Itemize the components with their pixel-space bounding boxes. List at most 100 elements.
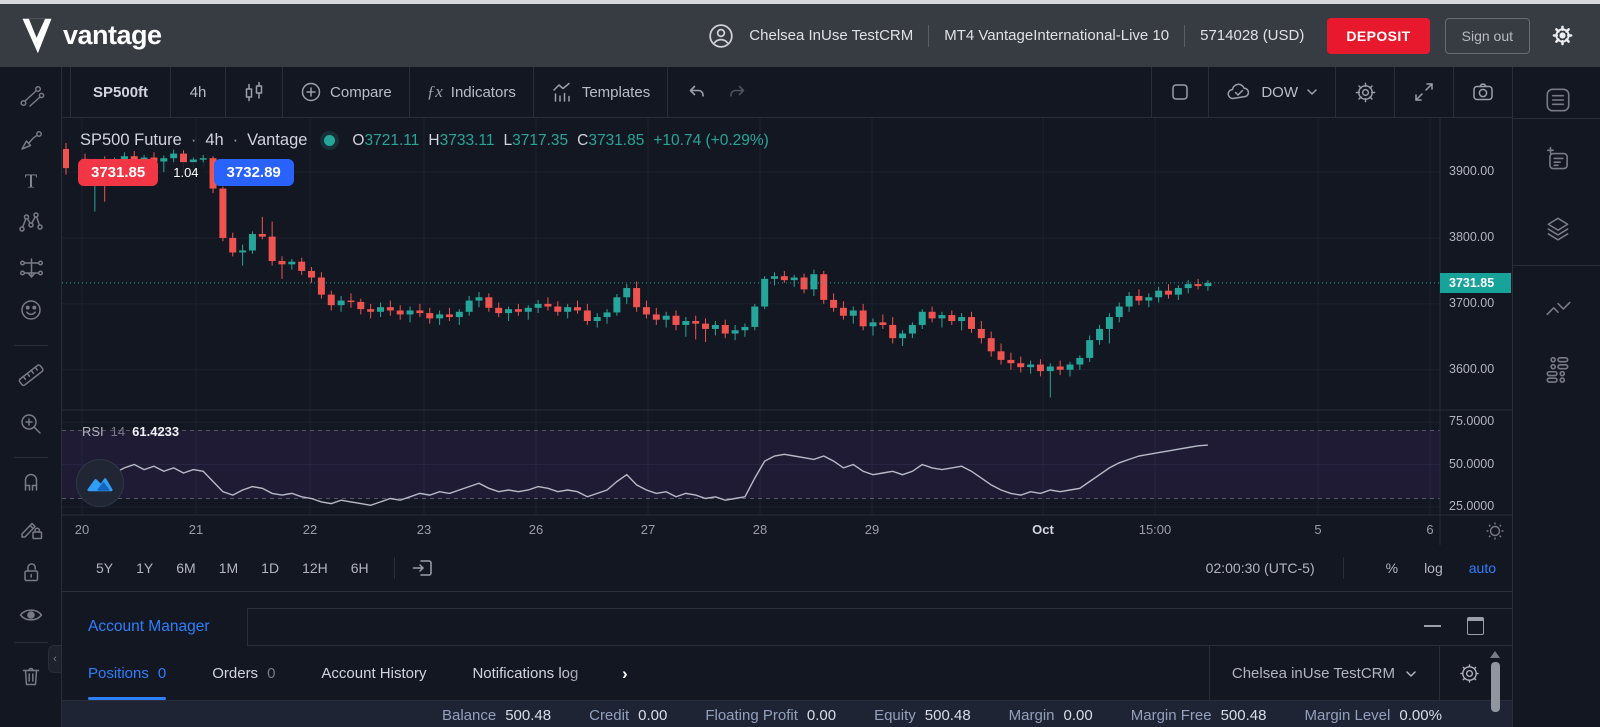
- bottom-bar-divider: [394, 557, 395, 579]
- remove-drawings-trash-tool[interactable]: [15, 660, 47, 692]
- price-axis[interactable]: 3900.003800.003700.003600.0075.000050.00…: [1440, 118, 1512, 515]
- range-12h-button[interactable]: 12H: [302, 560, 328, 576]
- sell-bid-button[interactable]: 3731.85: [78, 159, 158, 186]
- hide-drawings-eye-tool[interactable]: [15, 599, 47, 631]
- header-settings-gear-icon[interactable]: [1551, 24, 1574, 47]
- tabs-scroll-right-chevron[interactable]: ›: [622, 664, 628, 684]
- drawing-lock-tool[interactable]: [15, 512, 47, 544]
- symbol-button[interactable]: SP500ft: [70, 67, 171, 117]
- tab-orders[interactable]: Orders0: [212, 646, 275, 700]
- order-panel-icon[interactable]: [1541, 143, 1575, 177]
- candlestick-icon: [243, 81, 265, 103]
- deposit-button[interactable]: DEPOSIT: [1327, 18, 1429, 54]
- clock-label[interactable]: 02:00:30 (UTC-5): [1206, 560, 1315, 576]
- chart-settings-button[interactable]: [1335, 67, 1394, 117]
- brush-tool[interactable]: [15, 124, 47, 156]
- fullscreen-button[interactable]: [1394, 67, 1453, 117]
- chevron-down-icon: [1306, 86, 1318, 98]
- legend-interval[interactable]: 4h: [205, 131, 223, 150]
- brand-logo[interactable]: vantage: [20, 17, 162, 55]
- legend-symbol-title[interactable]: SP500 Future: [80, 131, 182, 150]
- time-axis[interactable]: 2021222326272829Oct15:0056: [62, 515, 1512, 545]
- account-selector-dropdown[interactable]: Chelsea inUse TestCRM: [1209, 646, 1439, 701]
- time-tick-label: 29: [865, 522, 879, 537]
- layout-name-label: DOW: [1261, 84, 1298, 101]
- right-sidebar: [1512, 67, 1600, 727]
- log-scale-button[interactable]: log: [1424, 560, 1443, 576]
- minimize-panel-button[interactable]: [1424, 625, 1441, 627]
- range-5y-button[interactable]: 5Y: [96, 560, 113, 576]
- lock-all-tool[interactable]: [15, 556, 47, 588]
- emoji-tool[interactable]: [15, 294, 47, 326]
- signout-button[interactable]: Sign out: [1445, 18, 1530, 54]
- save-cloud-button[interactable]: DOW: [1208, 67, 1335, 117]
- scrollbar-thumb[interactable]: [1491, 662, 1500, 712]
- snapshot-camera-button[interactable]: [1453, 67, 1512, 117]
- percent-scale-button[interactable]: %: [1386, 560, 1398, 576]
- range-1d-button[interactable]: 1D: [261, 560, 279, 576]
- metric-floating-profit: Floating Profit0.00: [705, 707, 836, 724]
- range-6m-button[interactable]: 6M: [176, 560, 195, 576]
- scrollbar-up-arrow[interactable]: [1490, 651, 1500, 658]
- alerts-zigzag-icon[interactable]: [1541, 293, 1575, 327]
- undo-icon[interactable]: [686, 82, 707, 103]
- single-layout-icon: [1170, 82, 1190, 102]
- indicators-button[interactable]: ƒx Indicators: [410, 67, 534, 117]
- app-header: vantage Chelsea InUse TestCRM MT4 Vantag…: [0, 4, 1600, 67]
- market-status-dot[interactable]: [324, 135, 335, 146]
- tab-account-history[interactable]: Account History: [321, 646, 426, 700]
- range-1m-button[interactable]: 1M: [219, 560, 238, 576]
- time-tick-label: 22: [303, 522, 317, 537]
- templates-button[interactable]: Templates: [534, 67, 668, 117]
- toolbar-divider: [14, 457, 48, 458]
- compare-button[interactable]: Compare: [283, 67, 410, 117]
- pattern-tool[interactable]: [15, 207, 47, 239]
- interval-button[interactable]: 4h: [171, 67, 226, 117]
- range-1y-button[interactable]: 1Y: [136, 560, 153, 576]
- account-manager-tab[interactable]: Account Manager: [62, 608, 248, 646]
- rsi-tick-label: 50.0000: [1449, 457, 1494, 471]
- forecast-tool[interactable]: [15, 252, 47, 284]
- redo-icon[interactable]: [727, 82, 748, 103]
- time-tick-label: 27: [641, 522, 655, 537]
- rsi-tick-label: 25.0000: [1449, 499, 1494, 513]
- measure-ruler-tool[interactable]: [15, 359, 47, 391]
- compare-plus-icon: [300, 81, 322, 103]
- magnet-tool[interactable]: [15, 466, 47, 498]
- chart-type-candles-button[interactable]: [226, 67, 283, 117]
- time-tick-label: 6: [1426, 522, 1433, 537]
- header-account-number: 5714028 (USD): [1200, 27, 1304, 44]
- tradingview-logo[interactable]: [76, 459, 124, 507]
- rsi-indicator-legend[interactable]: RSI 14 61.4233: [82, 424, 179, 439]
- sidebar-collapse-handle[interactable]: ‹: [48, 645, 61, 673]
- restore-panel-button[interactable]: [1467, 617, 1484, 635]
- tab-positions[interactable]: Positions0: [88, 646, 166, 700]
- toolbar-divider: [14, 642, 48, 643]
- cloud-check-icon: [1226, 81, 1253, 103]
- axis-settings-sun-icon[interactable]: [1484, 520, 1506, 542]
- data-window-icon[interactable]: [1541, 351, 1575, 385]
- price-tick-label: 3900.00: [1449, 164, 1494, 178]
- panel-scrollbar[interactable]: [1488, 649, 1502, 727]
- watchlist-icon[interactable]: [1541, 83, 1575, 117]
- object-tree-layers-icon[interactable]: [1541, 211, 1575, 245]
- buy-ask-button[interactable]: 3732.89: [214, 159, 294, 186]
- trend-line-tool[interactable]: [15, 80, 47, 112]
- range-6h-button[interactable]: 6H: [351, 560, 369, 576]
- quote-badges: 3731.85 1.04 3732.89: [78, 159, 294, 186]
- price-tick-label: 3800.00: [1449, 230, 1494, 244]
- chart-toolbar: SP500ft 4h Compare ƒx Indicators Templat…: [62, 67, 1512, 118]
- drawing-toolbar: T ‹: [0, 67, 62, 727]
- metric-margin-level: Margin Level0.00%: [1304, 707, 1441, 724]
- chart-area[interactable]: SP500 Future · 4h · Vantage O3721.11 H37…: [62, 118, 1512, 545]
- metric-balance: Balance500.48: [442, 707, 551, 724]
- tabs-fade-overlay: [560, 647, 622, 700]
- time-tick-label: 20: [75, 522, 89, 537]
- rsi-tick-label: 75.0000: [1449, 414, 1494, 428]
- zoom-in-tool[interactable]: [15, 408, 47, 440]
- layout-select-button[interactable]: [1151, 67, 1208, 117]
- auto-scale-button[interactable]: auto: [1469, 560, 1496, 576]
- text-tool[interactable]: T: [15, 165, 47, 197]
- go-to-date-button[interactable]: [411, 556, 435, 580]
- panel-window-controls: [1424, 617, 1484, 635]
